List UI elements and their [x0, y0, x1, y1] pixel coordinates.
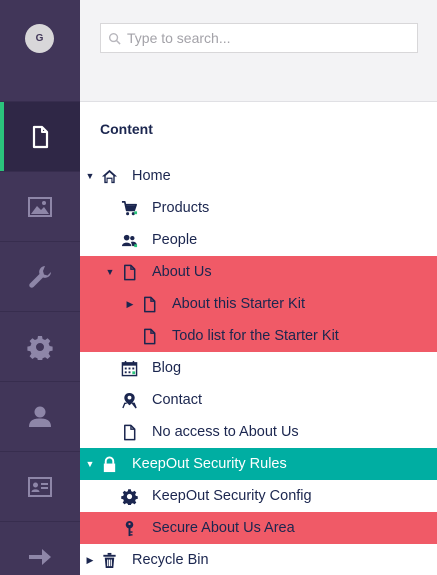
search-box[interactable] [100, 23, 418, 53]
nav-media[interactable] [0, 171, 80, 241]
image-icon [28, 196, 52, 217]
map-pin-icon [120, 391, 138, 409]
tree-node-label: About Us [152, 264, 212, 280]
nav-members[interactable] [0, 451, 80, 521]
app-root: G Type to search... Content ▼ Home Produ… [0, 0, 437, 575]
home-icon [100, 167, 118, 185]
nav-users[interactable] [0, 381, 80, 451]
tree-node-contact[interactable]: Contact [80, 384, 437, 416]
caret-down-icon[interactable]: ▼ [85, 459, 95, 469]
tree-node-home[interactable]: ▼ Home [80, 160, 437, 192]
content-tree: ▼ Home Products People ▼ About Us ▶ Abou… [80, 160, 437, 575]
nav-translation[interactable] [0, 521, 80, 575]
document-icon [120, 423, 138, 441]
tree-node-label: Todo list for the Starter Kit [172, 328, 339, 344]
tree-node-label: No access to About Us [152, 424, 299, 440]
tree-node-label: About this Starter Kit [172, 296, 305, 312]
section-title: Content [100, 121, 153, 137]
tree-node-secure-about-us-area[interactable]: Secure About Us Area [80, 512, 437, 544]
tree-header [80, 0, 437, 102]
tree-node-label: KeepOut Security Rules [132, 456, 287, 472]
tree-node-todo-list[interactable]: Todo list for the Starter Kit [80, 320, 437, 352]
search-input[interactable] [125, 29, 414, 47]
document-icon [140, 295, 158, 313]
tree-node-keepout-security-rules[interactable]: ▼ KeepOut Security Rules [80, 448, 437, 480]
wrench-icon [29, 265, 51, 288]
caret-down-icon[interactable]: ▼ [105, 267, 115, 277]
tree-node-people[interactable]: People [80, 224, 437, 256]
trash-icon [100, 551, 118, 569]
search-icon [108, 32, 121, 45]
avatar[interactable]: G [25, 24, 54, 53]
tree-node-recycle-bin[interactable]: ▶ Recycle Bin [80, 544, 437, 575]
tree-node-label: People [152, 232, 198, 248]
tree-node-about-this-starter-kit[interactable]: ▶ About this Starter Kit [80, 288, 437, 320]
nav-content[interactable] [0, 101, 80, 172]
caret-right-icon[interactable]: ▶ [125, 299, 135, 309]
document-icon [140, 327, 158, 345]
tree-node-label: Recycle Bin [132, 552, 209, 568]
tree-node-label: KeepOut Security Config [152, 488, 312, 504]
nav-settings[interactable] [0, 241, 80, 311]
caret-down-icon[interactable]: ▼ [85, 171, 95, 181]
gear-icon [27, 335, 53, 360]
key-icon [120, 519, 138, 537]
calendar-icon [120, 359, 138, 377]
lock-icon [100, 455, 118, 473]
tree-node-products[interactable]: Products [80, 192, 437, 224]
user-icon [29, 406, 51, 427]
document-icon [120, 263, 138, 281]
tree-node-label: Contact [152, 392, 202, 408]
tree-node-label: Home [132, 168, 171, 184]
tree-node-keepout-security-config[interactable]: KeepOut Security Config [80, 480, 437, 512]
arrow-right-icon [29, 548, 51, 565]
nav-developer[interactable] [0, 311, 80, 381]
document-icon [32, 125, 49, 148]
tree-node-label: Blog [152, 360, 182, 376]
tree-node-blog[interactable]: Blog [80, 352, 437, 384]
cart-icon [120, 199, 138, 217]
gear-icon [120, 487, 138, 505]
tree-node-about-us[interactable]: ▼ About Us [80, 256, 437, 288]
tree-node-label: Products [152, 200, 210, 216]
id-card-icon [28, 476, 52, 497]
tree-node-label: Secure About Us Area [152, 520, 295, 536]
caret-right-icon[interactable]: ▶ [85, 555, 95, 565]
people-icon [120, 231, 138, 249]
tree-node-no-access[interactable]: No access to About Us [80, 416, 437, 448]
main-sidebar: G [0, 0, 80, 575]
